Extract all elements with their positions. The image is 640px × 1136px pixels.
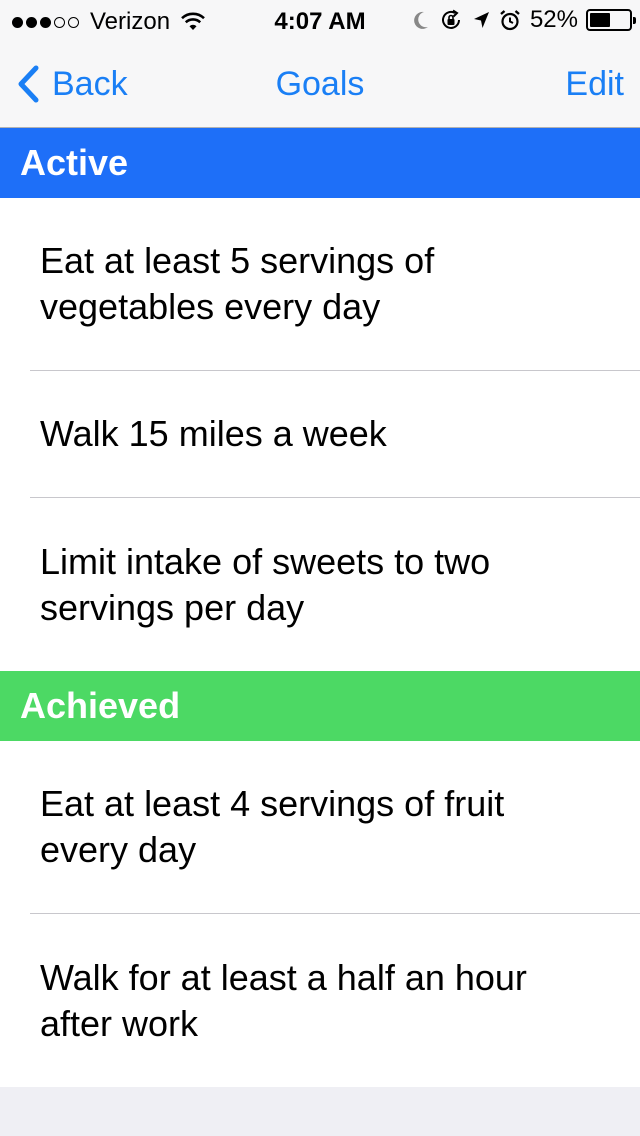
navigation-bar: Back Goals Edit (0, 40, 640, 128)
battery-icon (586, 9, 636, 31)
goal-row[interactable]: Walk 15 miles a week (0, 371, 640, 497)
goal-row[interactable]: Eat at least 5 servings of vegetables ev… (0, 198, 640, 370)
moon-icon (414, 11, 428, 29)
back-button-label: Back (52, 64, 128, 103)
location-arrow-icon (473, 12, 489, 28)
edit-button[interactable]: Edit (565, 40, 624, 128)
goal-row[interactable]: Eat at least 4 servings of fruit every d… (0, 741, 640, 913)
section-header-active: Active (0, 128, 640, 198)
achieved-goals-list: Eat at least 4 servings of fruit every d… (0, 741, 640, 1087)
status-right: 52% (412, 6, 636, 34)
alarm-clock-icon (500, 10, 520, 31)
battery-percentage: 52% (529, 6, 578, 33)
active-goals-list: Eat at least 5 servings of vegetables ev… (0, 198, 640, 671)
section-header-achieved: Achieved (0, 671, 640, 741)
rotation-lock-icon (441, 9, 460, 29)
battery-fill (590, 13, 610, 27)
battery-tip (633, 17, 636, 24)
back-button[interactable]: Back (16, 40, 128, 128)
status-bar: Verizon 4:07 AM 52% (0, 0, 640, 40)
goal-row[interactable]: Walk for at least a half an hour after w… (0, 914, 640, 1087)
chevron-left-icon (18, 65, 39, 103)
goal-row[interactable]: Limit intake of sweets to two servings p… (0, 498, 640, 671)
